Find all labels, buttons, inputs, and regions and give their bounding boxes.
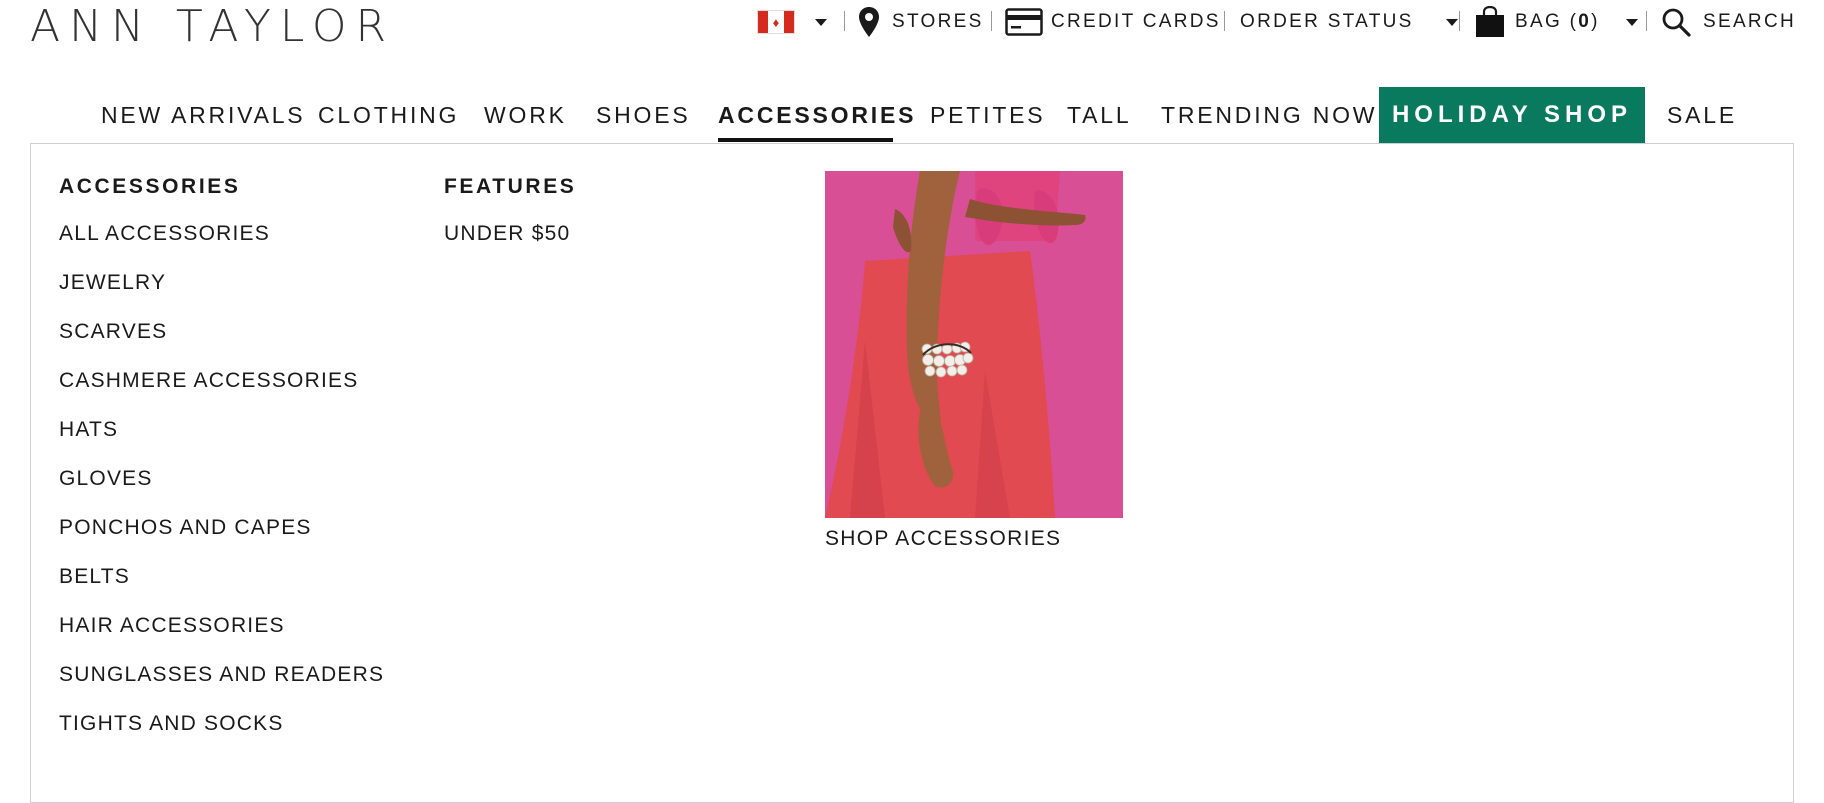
features-column-heading: FEATURES xyxy=(444,175,577,198)
nav-new-arrivals[interactable]: NEW ARRIVALS xyxy=(101,88,305,142)
menu-item-sunglasses-and-readers[interactable]: SUNGLASSES AND READERS xyxy=(59,663,384,687)
nav-tall[interactable]: TALL xyxy=(1067,88,1131,142)
chevron-down-icon xyxy=(1445,18,1458,26)
credit-cards-label: CREDIT CARDS xyxy=(1051,11,1221,32)
search-link[interactable]: SEARCH xyxy=(1661,0,1796,44)
menu-item-hair-accessories[interactable]: HAIR ACCESSORIES xyxy=(59,614,285,638)
menu-item-belts[interactable]: BELTS xyxy=(59,565,130,589)
active-nav-indicator xyxy=(718,138,893,142)
canada-flag-icon: ♦ xyxy=(757,10,795,34)
credit-card-icon xyxy=(1005,8,1043,36)
nav-trending-now[interactable]: TRENDING NOW xyxy=(1161,88,1377,142)
nav-holiday-shop[interactable]: HOLIDAY SHOP xyxy=(1379,87,1645,143)
nav-sale[interactable]: SALE xyxy=(1667,88,1737,142)
nav-accessories[interactable]: ACCESSORIES xyxy=(718,88,916,142)
menu-item-tights-and-socks[interactable]: TIGHTS AND SOCKS xyxy=(59,712,284,736)
promo-illustration xyxy=(825,171,1123,518)
country-selector[interactable]: ♦ xyxy=(757,0,827,44)
stores-link[interactable]: STORES xyxy=(858,0,984,44)
nav-shoes[interactable]: SHOES xyxy=(596,88,691,142)
chevron-down-icon xyxy=(1625,18,1638,26)
menu-item-hats[interactable]: HATS xyxy=(59,418,118,442)
nav-work[interactable]: WORK xyxy=(484,88,567,142)
chevron-down-icon xyxy=(815,18,827,26)
bag-link[interactable]: BAG (0) xyxy=(1475,0,1638,44)
bag-label: BAG (0) xyxy=(1515,11,1600,32)
promo-caption-link[interactable]: SHOP ACCESSORIES xyxy=(825,527,1061,551)
nav-petites[interactable]: PETITES xyxy=(930,88,1045,142)
menu-item-all-accessories[interactable]: ALL ACCESSORIES xyxy=(59,222,270,246)
order-status-label: ORDER STATUS xyxy=(1240,11,1414,32)
menu-item-cashmere-accessories[interactable]: CASHMERE ACCESSORIES xyxy=(59,369,358,393)
shopping-bag-icon xyxy=(1476,6,1504,37)
search-label: SEARCH xyxy=(1703,11,1796,32)
menu-item-scarves[interactable]: SCARVES xyxy=(59,320,167,344)
menu-item-under-50[interactable]: UNDER $50 xyxy=(444,222,570,246)
menu-item-jewelry[interactable]: JEWELRY xyxy=(59,271,166,295)
search-icon xyxy=(1662,8,1691,37)
promo-image[interactable] xyxy=(825,171,1123,518)
menu-item-ponchos-and-capes[interactable]: PONCHOS AND CAPES xyxy=(59,516,312,540)
brand-logo[interactable]: ANN TAYLOR xyxy=(30,2,395,52)
credit-cards-link[interactable]: CREDIT CARDS xyxy=(1005,0,1221,44)
accessories-column-heading: ACCESSORIES xyxy=(59,175,241,198)
bag-count: 0 xyxy=(1578,11,1592,32)
order-status-link[interactable]: ORDER STATUS xyxy=(1240,0,1458,44)
nav-clothing[interactable]: CLOTHING xyxy=(318,88,459,142)
location-pin-icon xyxy=(859,7,879,37)
stores-label: STORES xyxy=(892,11,984,32)
menu-item-gloves[interactable]: GLOVES xyxy=(59,467,153,491)
